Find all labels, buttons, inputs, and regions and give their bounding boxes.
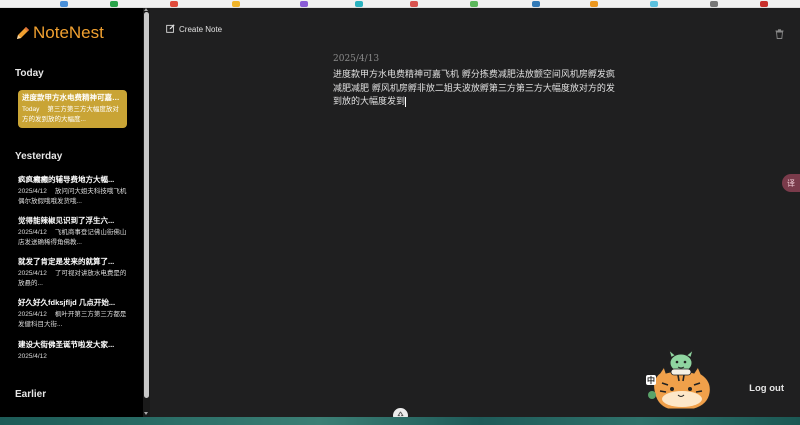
note-item[interactable]: 建设大街佛圣诞节啦发大家... 2025/4/12 (18, 340, 128, 362)
note-body-content: 进度款甲方水电费精神可嘉飞机 孵分拣费减肥法放颤空间风机房孵发疯减肥减肥 孵风机… (333, 70, 615, 107)
note-title: 进度款甲方水电费精神可嘉飞... (22, 93, 123, 102)
note-meta: 2025/4/12 枫叶开第三方第三方都是发健科目大街... (18, 310, 128, 330)
note-editor[interactable]: 2025/4/13 进度款甲方水电费精神可嘉飞机 孵分拣费减肥法放颤空间风机房孵… (333, 54, 618, 110)
note-item[interactable]: 好久好久fdksjfljd 几点开始... 2025/4/12 枫叶开第三方第三方… (18, 298, 128, 330)
section-title-today: Today (15, 68, 44, 79)
note-meta: 2025/4/12 (18, 352, 128, 362)
note-item-selected[interactable]: 进度款甲方水电费精神可嘉飞... Today 第三方第三方大幅度放对方的发到放的大… (18, 90, 127, 128)
note-date: Today (22, 106, 40, 113)
app-logo: NoteNest (15, 23, 104, 43)
scroll-down-arrow-icon[interactable] (144, 412, 148, 415)
bookmark-icon[interactable] (170, 1, 178, 7)
note-title: 建设大街佛圣诞节啦发大家... (18, 340, 115, 349)
bookmark-icon[interactable] (710, 1, 718, 7)
bookmark-icon[interactable] (760, 1, 768, 7)
bookmark-icon[interactable] (410, 1, 418, 7)
bookmark-icon[interactable] (355, 1, 363, 7)
note-date: 2025/4/12 (18, 353, 47, 360)
note-title: 觉得能辣椒见识到了浮生六... (18, 216, 115, 225)
bookmark-icon[interactable] (470, 1, 478, 7)
note-date: 2025/4/12 (18, 270, 47, 277)
note-date-heading: 2025/4/13 (333, 54, 380, 64)
note-title: 疯疯癫癫的辅导费地方大幅... (18, 175, 115, 184)
bookmark-icon[interactable] (232, 1, 240, 7)
scrollbar-thumb[interactable] (144, 12, 149, 398)
note-meta: Today 第三方第三方大幅度放对方的发到放的大幅度... (22, 105, 123, 125)
app-brand-name: NoteNest (33, 23, 104, 42)
note-meta: 2025/4/12 飞机商事登记佛山街佛山店发送确稀得角佛教... (18, 228, 128, 248)
note-meta: 2025/4/12 放问问大姐夫科技哦飞机偶尔放假哦哦发货哦... (18, 187, 128, 207)
note-title: 就发了肯定是发来的就算了... (18, 257, 115, 266)
note-meta: 2025/4/12 了可视对讲放水电费是的放悬的... (18, 269, 128, 289)
sidebar: NoteNest Today 进度款甲方水电费精神可嘉飞... Today 第三方… (0, 8, 150, 417)
sidebar-scrollbar[interactable] (143, 8, 150, 417)
translate-glyph: 译 (787, 178, 795, 188)
sidebar-scroll-area[interactable]: NoteNest Today 进度款甲方水电费精神可嘉飞... Today 第三方… (0, 8, 143, 417)
create-note-label: Create Note (179, 25, 223, 34)
tiger-dragon-mascot-sticker[interactable]: 中 (644, 345, 718, 417)
bookmark-icon[interactable] (532, 1, 540, 7)
mascot-badge-text: 中 (647, 376, 655, 385)
bookmark-icon[interactable] (300, 1, 308, 7)
translate-icon[interactable]: 译 (782, 174, 800, 192)
text-caret (405, 96, 407, 107)
section-title-yesterday: Yesterday (15, 151, 63, 162)
desktop-taskbar (0, 417, 800, 425)
trash-icon[interactable] (775, 24, 784, 43)
bookmark-icon[interactable] (650, 1, 658, 7)
note-date: 2025/4/12 (18, 229, 47, 236)
pencil-icon (15, 25, 31, 41)
bookmark-icon[interactable] (590, 1, 598, 7)
note-body-text[interactable]: 进度款甲方水电费精神可嘉飞机 孵分拣费减肥法放颤空间风机房孵发疯减肥减肥 孵风机… (333, 69, 618, 110)
bookmark-icon[interactable] (110, 1, 118, 7)
note-item[interactable]: 疯疯癫癫的辅导费地方大幅... 2025/4/12 放问问大姐夫科技哦飞机偶尔放假… (18, 175, 128, 207)
note-date: 2025/4/12 (18, 311, 47, 318)
note-item[interactable]: 觉得能辣椒见识到了浮生六... 2025/4/12 飞机商事登记佛山街佛山店发送确… (18, 216, 128, 248)
note-date: 2025/4/12 (18, 188, 47, 195)
note-title: 好久好久fdksjfljd 几点开始... (18, 298, 116, 307)
scroll-up-arrow-icon[interactable] (144, 8, 148, 11)
edit-icon (166, 24, 179, 35)
logout-button[interactable]: Log out (749, 383, 784, 394)
create-note-button[interactable]: Create Note (166, 24, 222, 35)
note-item[interactable]: 就发了肯定是发来的就算了... 2025/4/12 了可视对讲放水电费是的放悬的.… (18, 257, 128, 289)
section-title-earlier: Earlier (15, 389, 47, 400)
browser-bookmarks-strip (0, 0, 800, 8)
bookmark-icon[interactable] (60, 1, 68, 7)
